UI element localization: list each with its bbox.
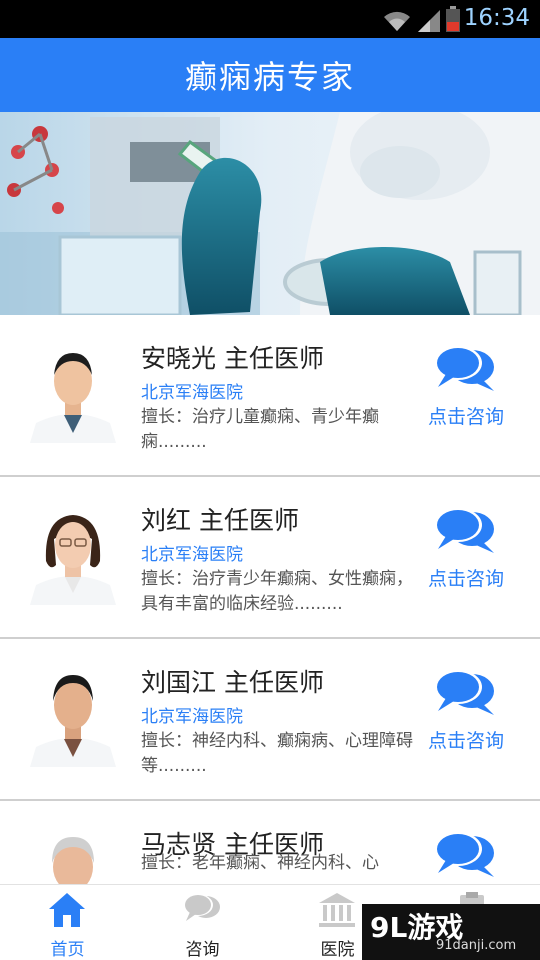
doctor-hospital: 北京军海医院 [141,545,243,565]
signal-icon [418,10,440,32]
doctor-avatar [30,663,116,767]
doctor-desc: 擅长：治疗青少年癫痫、女性癫痫，具有丰富的临床经验......... [141,569,413,614]
chat-bubbles-icon [434,832,494,877]
battery-icon [446,6,460,32]
app-bar: 癫痫病专家 [0,38,540,112]
doctor-name: 刘国江 主任医师 [141,668,324,697]
doctor-avatar [30,501,116,605]
consult-label: 点击咨询 [427,568,504,590]
tab-label: 首页 [50,940,85,960]
doctor-desc: 擅长：老年癫痫、神经内科、心 [141,853,379,873]
doctor-desc: 擅长：神经内科、癫痫病、心理障碍等......... [141,731,413,776]
chat-bubbles-icon [434,346,494,391]
hospital-icon [319,893,355,927]
chat-bubbles-icon [434,508,494,553]
chat-bubbles-icon [434,670,494,715]
status-bar: 16:34 [0,0,540,38]
tab-consult[interactable]: 咨询 [135,885,270,960]
doctor-item[interactable]: 刘红 主任医师 北京军海医院 擅长：治疗青少年癫痫、女性癫痫，具有丰富的临床经验… [0,477,540,639]
doctor-avatar [30,339,116,443]
consult-button[interactable]: 点击咨询 [418,669,514,759]
status-icons [382,6,460,32]
doctor-item[interactable]: 安晓光 主任医师 北京军海医院 擅长：治疗儿童癫痫、青少年癫痫.........… [0,315,540,477]
doctor-name: 安晓光 主任医师 [141,344,324,373]
doctor-hospital: 北京军海医院 [141,383,243,403]
banner-image[interactable] [0,112,540,315]
consult-label: 点击咨询 [427,730,504,752]
doctor-name: 刘红 主任医师 [141,506,299,535]
wifi-icon [384,11,410,31]
doctor-item[interactable]: 刘国江 主任医师 北京军海医院 擅长：神经内科、癫痫病、心理障碍等.......… [0,639,540,801]
watermark: 9L游戏 91danji.com [362,904,540,960]
doctor-list: 安晓光 主任医师 北京军海医院 擅长：治疗儿童癫痫、青少年癫痫.........… [0,315,540,960]
consult-label: 点击咨询 [427,406,504,428]
watermark-url: 91danji.com [436,938,517,953]
tab-label: 咨询 [185,940,220,960]
chat-icon [183,894,220,921]
consult-button[interactable]: 点击咨询 [418,345,514,435]
consult-button[interactable]: 点击咨询 [418,507,514,597]
doctor-desc: 擅长：治疗儿童癫痫、青少年癫痫......... [141,407,379,452]
home-icon [49,893,85,927]
doctor-hospital: 北京军海医院 [141,707,243,727]
status-time: 16:34 [463,5,530,31]
page-title: 癫痫病专家 [184,58,355,96]
tab-home[interactable]: 首页 [0,885,135,960]
